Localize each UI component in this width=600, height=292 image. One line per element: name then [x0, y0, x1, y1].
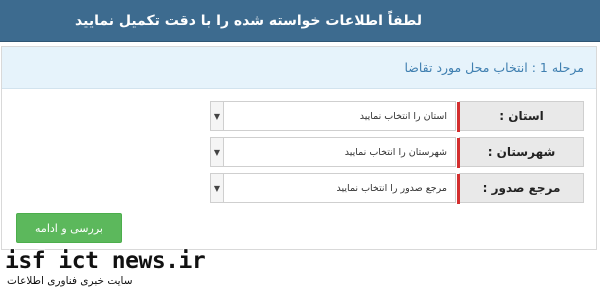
watermark-caption: سایت خبری فناوری اطلاعات [7, 275, 133, 287]
page-header: لطفاً اطلاعات خواسته شده را با دقت تکمیل… [0, 0, 600, 42]
issuer-select-value: مرجع صدور را انتخاب نمایید [336, 182, 447, 194]
city-label: شهرستان : [457, 137, 584, 168]
province-select[interactable]: استان را انتخاب نمایید ▼ [210, 101, 456, 131]
step-title: مرحله 1 : انتخاب محل مورد تقاضا [404, 60, 584, 75]
province-select-value: استان را انتخاب نمایید [359, 110, 447, 122]
issuer-row: مرجع صدور : مرجع صدور را انتخاب نمایید ▼ [14, 173, 584, 204]
issuer-label: مرجع صدور : [457, 173, 584, 204]
province-label: استان : [457, 101, 584, 132]
step-header: مرحله 1 : انتخاب محل مورد تقاضا [2, 47, 596, 89]
chevron-down-icon[interactable]: ▼ [211, 174, 224, 202]
page-title: لطفاً اطلاعات خواسته شده را با دقت تکمیل… [75, 12, 422, 29]
city-select-value: شهرستان را انتخاب نمایید [344, 146, 447, 158]
site-watermark: isf ict news.ir سایت خبری فناوری اطلاعات [5, 248, 206, 292]
watermark-site: isf ict news.ir [5, 248, 206, 274]
chevron-down-icon[interactable]: ▼ [211, 102, 224, 130]
city-select[interactable]: شهرستان را انتخاب نمایید ▼ [210, 137, 456, 167]
city-row: شهرستان : شهرستان را انتخاب نمایید ▼ [14, 137, 584, 168]
form-panel: مرحله 1 : انتخاب محل مورد تقاضا استان : … [1, 46, 597, 250]
review-continue-button[interactable]: بررسی و ادامه [16, 213, 122, 243]
issuer-select[interactable]: مرجع صدور را انتخاب نمایید ▼ [210, 173, 456, 203]
chevron-down-icon[interactable]: ▼ [211, 138, 224, 166]
province-row: استان : استان را انتخاب نمایید ▼ [14, 101, 584, 132]
